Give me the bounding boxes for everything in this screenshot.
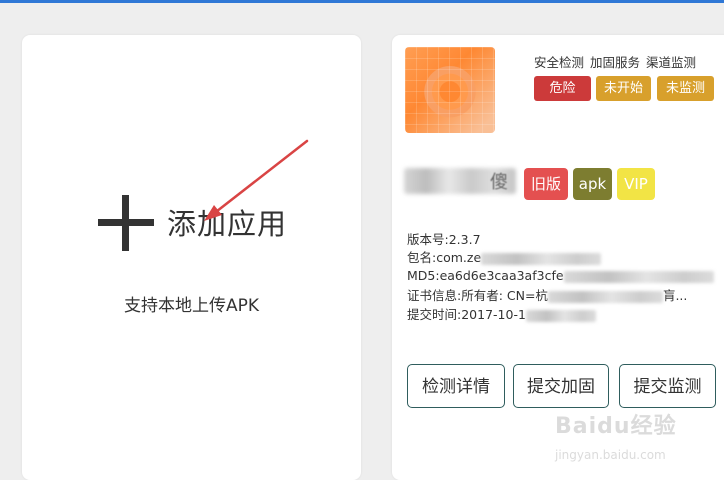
app-icon — [405, 47, 495, 133]
status-header-channel: 渠道监测 — [646, 55, 697, 70]
add-app-card[interactable]: 添加应用 支持本地上传APK — [22, 35, 361, 480]
cert-redacted — [547, 290, 663, 303]
status-badge-channel: 未监测 — [657, 76, 714, 101]
md5-redacted — [563, 270, 714, 283]
status-header-security: 安全检测 — [534, 55, 585, 70]
info-package-text: 包名:com.ze — [407, 250, 482, 265]
info-md5: MD5:ea6d6e3caa3af3cfe — [407, 267, 714, 285]
tag-apk: apk — [573, 168, 612, 200]
watermark-url: jingyan.baidu.com — [555, 448, 666, 462]
submit-monitor-button[interactable]: 提交监测 — [619, 364, 716, 408]
info-cert-tail: 肓... — [662, 288, 688, 303]
package-redacted — [481, 252, 602, 265]
info-package: 包名:com.ze — [407, 249, 602, 267]
info-cert: 证书信息:所有者: CN=杭 肓... — [407, 287, 687, 305]
upload-hint: 支持本地上传APK — [123, 296, 260, 316]
submit-time-redacted — [525, 309, 596, 322]
watermark-brand: Baidu经验 — [555, 414, 677, 439]
app-name-visible-char: 傻 — [490, 172, 508, 193]
top-accent-bar — [0, 0, 724, 3]
tag-old-version: 旧版 — [524, 168, 568, 200]
info-cert-text: 证书信息:所有者: CN=杭 — [407, 288, 548, 303]
status-header-harden: 加固服务 — [590, 55, 641, 70]
info-md5-text: MD5:ea6d6e3caa3af3cfe — [407, 268, 564, 283]
status-badge-harden: 未开始 — [596, 76, 651, 101]
plus-icon[interactable] — [98, 195, 154, 251]
info-submit-time-text: 提交时间:2017-10-1 — [407, 307, 526, 322]
status-badge-security: 危险 — [534, 76, 591, 101]
info-version-text: 版本号:2.3.7 — [407, 232, 481, 247]
annotation-arrow-icon — [204, 139, 309, 221]
tag-vip: VIP — [617, 168, 655, 200]
status-headers: 安全检测 加固服务 渠道监测 — [534, 52, 702, 71]
baidu-watermark: Baidu经验 jingyan.baidu.com — [555, 408, 677, 465]
view-detail-button[interactable]: 检测详情 — [407, 364, 505, 408]
info-submit-time: 提交时间:2017-10-1 — [407, 306, 596, 324]
submit-harden-button[interactable]: 提交加固 — [513, 364, 609, 408]
info-version: 版本号:2.3.7 — [407, 231, 481, 249]
